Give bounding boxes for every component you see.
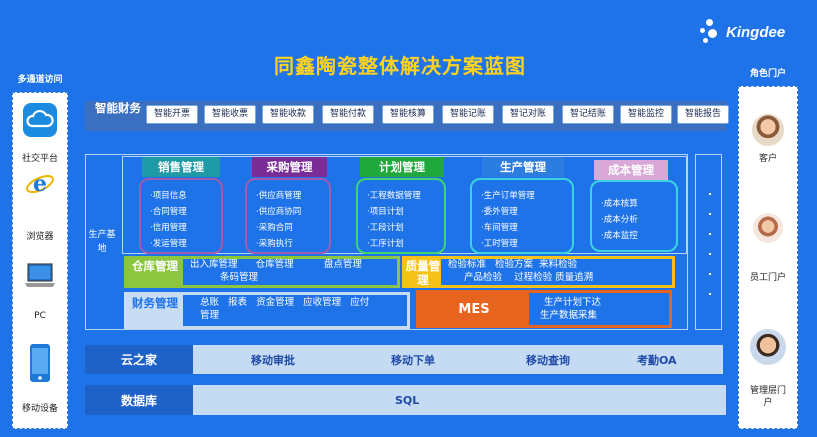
warehouse-items-line2[interactable]: 条码管理 bbox=[190, 271, 398, 284]
chip-smart-invoicing[interactable]: 智能开票 bbox=[146, 105, 198, 124]
kingdee-logo: Kingdee bbox=[700, 14, 800, 50]
left-item-mobile[interactable]: 移动设备 bbox=[13, 401, 67, 414]
left-item-browser[interactable]: 浏览器 bbox=[13, 229, 67, 242]
right-panel-title: 角色门户 bbox=[749, 69, 786, 79]
plan-item[interactable]: ·工程数据管理 bbox=[367, 188, 444, 204]
chip-smart-closing[interactable]: 智记结账 bbox=[562, 105, 614, 124]
sales-item[interactable]: ·发运管理 bbox=[150, 236, 221, 252]
module-cost-title[interactable]: 成本管理 bbox=[594, 160, 668, 180]
finance-mgmt-items-line1[interactable]: 总账 报表 资金管理 应收管理 应付 bbox=[200, 296, 408, 309]
finance-mgmt-items-line2[interactable]: 管理 bbox=[200, 309, 408, 322]
plan-item[interactable]: ·工序计划 bbox=[367, 236, 444, 252]
chip-smart-accounting[interactable]: 智能核算 bbox=[382, 105, 434, 124]
cost-item[interactable]: ·成本监控 bbox=[601, 228, 676, 244]
chip-smart-invoice-receipt[interactable]: 智能收票 bbox=[204, 105, 256, 124]
database-item-sql[interactable]: SQL bbox=[395, 385, 419, 415]
database-label[interactable]: 数据库 bbox=[85, 385, 193, 415]
cloud-icon[interactable] bbox=[23, 103, 57, 137]
quality-label[interactable]: 质量管理 bbox=[405, 259, 441, 287]
purchase-item[interactable]: ·采购执行 bbox=[256, 236, 329, 252]
module-plan-title[interactable]: 计划管理 bbox=[360, 157, 444, 177]
plan-item[interactable]: ·项目计划 bbox=[367, 204, 444, 220]
purchase-item[interactable]: ·采购合同 bbox=[256, 220, 329, 236]
left-item-pc[interactable]: PC bbox=[13, 311, 67, 321]
mes-items: 生产计划下达 生产数据采集 bbox=[540, 296, 670, 322]
production-item[interactable]: ·委外管理 bbox=[481, 204, 572, 220]
production-item[interactable]: ·生产订单管理 bbox=[481, 188, 572, 204]
chip-smart-payment[interactable]: 智能付款 bbox=[322, 105, 374, 124]
warehouse-label[interactable]: 仓库管理 bbox=[127, 259, 183, 285]
module-sales-title[interactable]: 销售管理 bbox=[142, 157, 220, 177]
mes-items-line1[interactable]: 生产计划下达 bbox=[540, 296, 670, 309]
cloud-home-band: 云之家 移动审批 移动下单 移动查询 考勤OA bbox=[85, 345, 723, 374]
chip-smart-reporting[interactable]: 智能报告 bbox=[677, 105, 729, 124]
ellipsis-dot bbox=[708, 273, 711, 275]
right-panel: 客户 员工门户 管理层门户 bbox=[738, 86, 798, 429]
chip-smart-bookkeeping[interactable]: 智能记账 bbox=[442, 105, 494, 124]
cloud-item-mobile-order[interactable]: 移动下单 bbox=[391, 345, 435, 374]
cloud-home-label[interactable]: 云之家 bbox=[85, 345, 193, 374]
quality-items: 检验标准 检验方案 来料检验 产品检验 过程检验 质量追溯 bbox=[448, 258, 673, 284]
chip-smart-collection[interactable]: 智能收款 bbox=[262, 105, 314, 124]
module-production-box: ·生产订单管理 ·委外管理 ·车间管理 ·工时管理 bbox=[470, 178, 574, 254]
ellipsis-dot bbox=[708, 293, 711, 295]
smart-finance-band: 智能财务 智能开票 智能收票 智能收款 智能付款 智能核算 智能记账 智记对账 … bbox=[85, 101, 729, 131]
ellipsis-dot bbox=[708, 233, 711, 235]
mobile-phone-icon[interactable] bbox=[29, 343, 51, 383]
ellipsis-dot bbox=[708, 253, 711, 255]
module-production-title[interactable]: 生产管理 bbox=[482, 157, 564, 177]
chip-smart-reconciliation[interactable]: 智记对账 bbox=[502, 105, 554, 124]
production-base-label: 生产基地 bbox=[88, 230, 116, 254]
right-item-manager[interactable]: 管理层门户 bbox=[739, 385, 797, 409]
chip-smart-monitoring[interactable]: 智能监控 bbox=[620, 105, 672, 124]
warehouse-items: 出入库管理 仓库管理 盘点管理 条码管理 bbox=[190, 258, 398, 284]
cost-item[interactable]: ·成本核算 bbox=[601, 196, 676, 212]
module-purchase-box: ·供应商管理 ·供应商协同 ·采购合同 ·采购执行 bbox=[245, 178, 331, 254]
page-title: 同鑫陶瓷整体解决方案蓝图 bbox=[274, 54, 526, 78]
sales-item[interactable]: ·合同管理 bbox=[150, 204, 221, 220]
module-purchase-title[interactable]: 采购管理 bbox=[252, 157, 327, 177]
laptop-icon[interactable] bbox=[24, 263, 56, 289]
ie-browser-icon[interactable]: e bbox=[25, 169, 55, 199]
sales-item[interactable]: ·信用管理 bbox=[150, 220, 221, 236]
more-column bbox=[695, 154, 722, 330]
finance-mgmt-items: 总账 报表 资金管理 应收管理 应付 管理 bbox=[200, 296, 408, 322]
left-panel-title: 多通道访问 bbox=[17, 75, 63, 85]
module-sales-box: ·项目信息 ·合同管理 ·信用管理 ·发运管理 bbox=[139, 178, 223, 254]
production-item[interactable]: ·工时管理 bbox=[481, 236, 572, 252]
kingdee-logo-icon bbox=[700, 19, 722, 45]
mes-items-line2[interactable]: 生产数据采集 bbox=[540, 309, 670, 322]
customer-avatar[interactable] bbox=[752, 114, 784, 146]
cloud-item-mobile-approval[interactable]: 移动审批 bbox=[251, 345, 295, 374]
module-cost-box: ·成本核算 ·成本分析 ·成本监控 bbox=[590, 180, 678, 252]
left-item-social[interactable]: 社交平台 bbox=[13, 151, 67, 164]
svg-text:e: e bbox=[33, 171, 47, 197]
logo-text: Kingdee bbox=[726, 23, 786, 41]
purchase-item[interactable]: ·供应商管理 bbox=[256, 188, 329, 204]
manager-avatar[interactable] bbox=[750, 329, 786, 365]
employee-avatar[interactable] bbox=[753, 213, 783, 243]
right-item-customer[interactable]: 客户 bbox=[739, 151, 797, 164]
cost-item[interactable]: ·成本分析 bbox=[601, 212, 676, 228]
sales-item[interactable]: ·项目信息 bbox=[150, 188, 221, 204]
ellipsis-dot bbox=[708, 213, 711, 215]
cloud-item-attendance-oa[interactable]: 考勤OA bbox=[637, 345, 677, 374]
quality-items-line2[interactable]: 产品检验 过程检验 质量追溯 bbox=[448, 271, 673, 284]
quality-items-line1[interactable]: 检验标准 检验方案 来料检验 bbox=[448, 258, 673, 271]
purchase-item[interactable]: ·供应商协同 bbox=[256, 204, 329, 220]
warehouse-items-line1[interactable]: 出入库管理 仓库管理 盘点管理 bbox=[190, 258, 398, 271]
production-item[interactable]: ·车间管理 bbox=[481, 220, 572, 236]
plan-item[interactable]: ·工段计划 bbox=[367, 220, 444, 236]
mes-label[interactable]: MES bbox=[419, 293, 529, 325]
ellipsis-dot bbox=[708, 193, 711, 195]
right-item-employee[interactable]: 员工门户 bbox=[739, 270, 797, 283]
database-band: 数据库 SQL bbox=[85, 385, 726, 415]
left-panel: 社交平台 e 浏览器 PC 移动设备 bbox=[12, 92, 68, 429]
module-plan-box: ·工程数据管理 ·项目计划 ·工段计划 ·工序计划 bbox=[356, 178, 446, 254]
cloud-item-mobile-query[interactable]: 移动查询 bbox=[526, 345, 570, 374]
smart-finance-label: 智能财务 bbox=[95, 101, 141, 115]
finance-mgmt-label[interactable]: 财务管理 bbox=[127, 295, 183, 326]
